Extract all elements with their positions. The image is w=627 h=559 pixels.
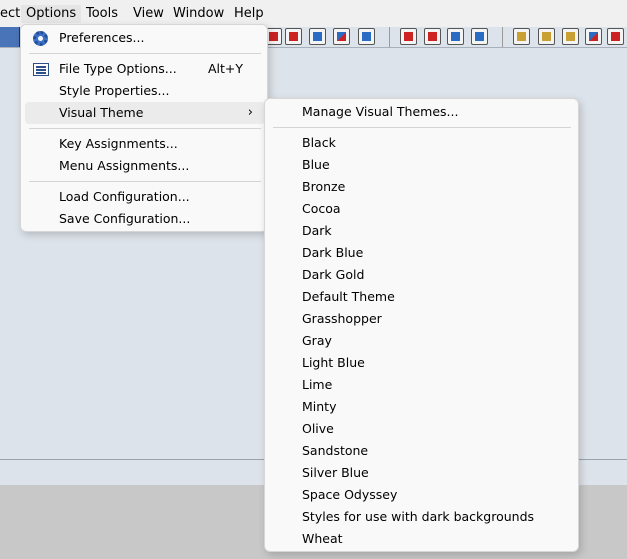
toolbar-stub-icon[interactable] <box>0 27 20 47</box>
theme-item-sandstone[interactable]: Sandstone <box>269 440 575 462</box>
menu-item-label: Load Configuration... <box>59 189 190 204</box>
menu-item-manage-visual-themes[interactable]: Manage Visual Themes... <box>269 101 575 123</box>
theme-item-blue[interactable]: Blue <box>269 154 575 176</box>
fx-icon[interactable] <box>585 28 602 45</box>
menu-separator <box>29 181 261 182</box>
menu-item-style-properties[interactable]: Style Properties... <box>25 80 265 102</box>
theme-item-grasshopper[interactable]: Grasshopper <box>269 308 575 330</box>
toolbar-separator <box>502 27 503 47</box>
toolbar-separator <box>389 27 390 47</box>
menu-bar: ect Options Tools View Window Help <box>0 0 627 27</box>
theme-item-cocoa[interactable]: Cocoa <box>269 198 575 220</box>
replace-xy-icon[interactable] <box>333 28 350 45</box>
file-list-icon <box>33 63 49 76</box>
menu-help[interactable]: Help <box>234 5 264 23</box>
theme-item-dark[interactable]: Dark <box>269 220 575 242</box>
red-arrows-icon[interactable] <box>400 28 417 45</box>
theme-item-minty[interactable]: Minty <box>269 396 575 418</box>
menu-item-file-type-options[interactable]: File Type Options... Alt+Y <box>25 58 265 80</box>
menu-item-label: Key Assignments... <box>59 136 178 151</box>
theme-item-gray[interactable]: Gray <box>269 330 575 352</box>
theme-item-olive[interactable]: Olive <box>269 418 575 440</box>
menu-item-label: Preferences... <box>59 30 145 45</box>
menu-separator <box>29 128 261 129</box>
theme-item-black[interactable]: Black <box>269 132 575 154</box>
theme-item-bronze[interactable]: Bronze <box>269 176 575 198</box>
menu-item-visual-theme[interactable]: Visual Theme › <box>25 102 265 124</box>
theme-item-silver-blue[interactable]: Silver Blue <box>269 462 575 484</box>
theme-item-dark-blue[interactable]: Dark Blue <box>269 242 575 264</box>
theme-item-dark-gold[interactable]: Dark Gold <box>269 264 575 286</box>
zoom-icon[interactable] <box>309 28 326 45</box>
menu-options[interactable]: Options <box>21 5 82 23</box>
theme-item-default-theme[interactable]: Default Theme <box>269 286 575 308</box>
menu-separator <box>273 127 571 128</box>
red-arrow-down-icon[interactable] <box>285 28 302 45</box>
outdent-icon[interactable] <box>447 28 464 45</box>
bookmark-icon[interactable] <box>538 28 555 45</box>
menu-item-key-assignments[interactable]: Key Assignments... <box>25 133 265 155</box>
menu-item-label: Manage Visual Themes... <box>302 104 459 119</box>
menu-view[interactable]: View <box>133 5 164 23</box>
book-icon[interactable] <box>562 28 579 45</box>
menu-item-save-configuration[interactable]: Save Configuration... <box>25 208 265 230</box>
menu-item-label: Save Configuration... <box>59 211 191 226</box>
menu-item-label: Visual Theme <box>59 105 144 120</box>
menu-item-label: Menu Assignments... <box>59 158 190 173</box>
theme-item-light-blue[interactable]: Light Blue <box>269 352 575 374</box>
menu-item-label: File Type Options... <box>59 61 177 76</box>
www-icon[interactable] <box>358 28 375 45</box>
hand-icon[interactable] <box>513 28 530 45</box>
menu-item-accelerator: Alt+Y <box>207 61 243 76</box>
options-menu: Preferences... File Type Options... Alt+… <box>20 24 268 232</box>
menu-separator <box>29 53 261 54</box>
theme-item-lime[interactable]: Lime <box>269 374 575 396</box>
menu-item-menu-assignments[interactable]: Menu Assignments... <box>25 155 265 177</box>
theme-item-wheat[interactable]: Wheat <box>269 528 575 550</box>
chevron-right-icon: › <box>247 105 253 120</box>
visual-theme-submenu: Manage Visual Themes... Black Blue Bronz… <box>264 98 579 552</box>
menu-window[interactable]: Window <box>173 5 224 23</box>
theme-item-space-odyssey[interactable]: Space Odyssey <box>269 484 575 506</box>
star-icon[interactable] <box>471 28 488 45</box>
theme-item-styles-dark-backgrounds[interactable]: Styles for use with dark backgrounds <box>269 506 575 528</box>
red-up-arrow-icon[interactable] <box>607 28 624 45</box>
menu-project[interactable]: ect <box>0 5 20 23</box>
menu-tools[interactable]: Tools <box>86 5 118 23</box>
gear-icon <box>33 31 48 46</box>
menu-item-label: Style Properties... <box>59 83 170 98</box>
menu-item-preferences[interactable]: Preferences... <box>25 27 265 49</box>
red-arrows-2-icon[interactable] <box>424 28 441 45</box>
menu-item-load-configuration[interactable]: Load Configuration... <box>25 186 265 208</box>
